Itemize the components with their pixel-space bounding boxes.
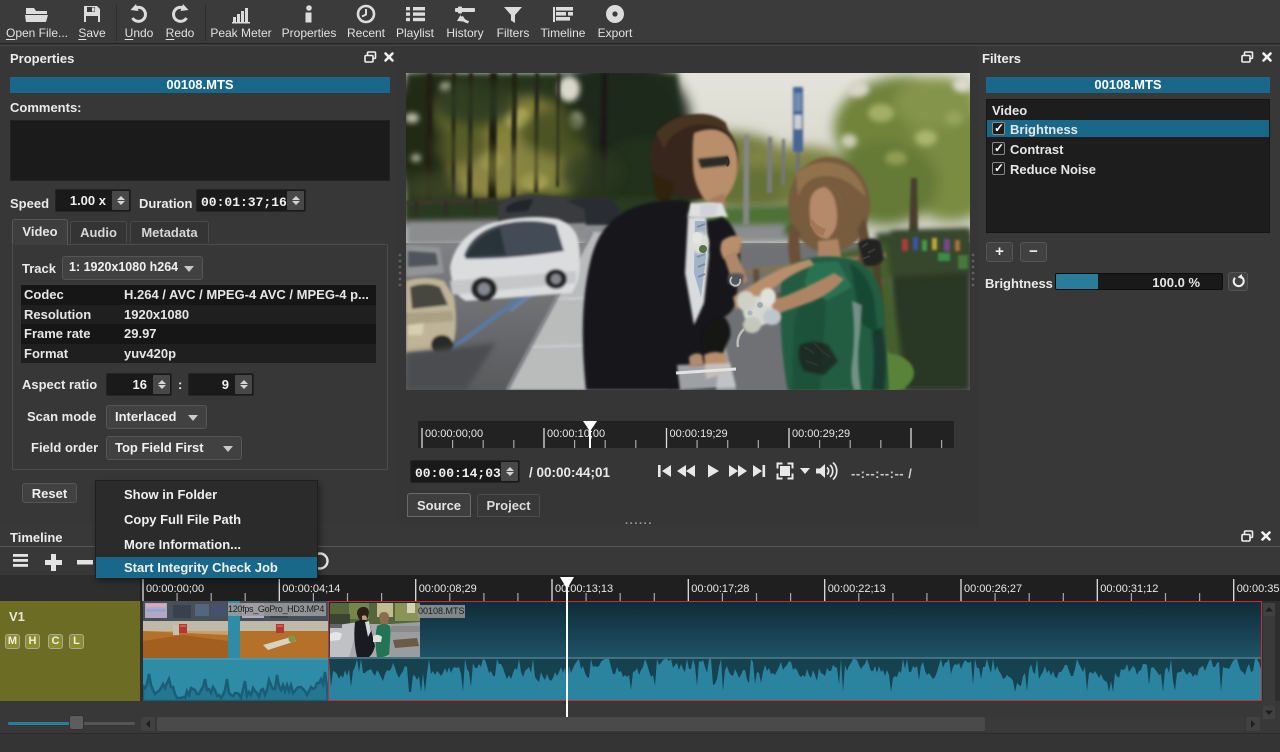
svg-text:00:00:29;29: 00:00:29;29 bbox=[792, 428, 850, 440]
svg-text:00:00:19;29: 00:00:19;29 bbox=[670, 428, 728, 440]
svg-text:00:00:00;00: 00:00:00;00 bbox=[425, 428, 483, 440]
svg-text:00:00:22;13: 00:00:22;13 bbox=[828, 583, 886, 595]
svg-text:00:00:17;28: 00:00:17;28 bbox=[691, 583, 749, 595]
svg-text:00:00:10;00: 00:00:10;00 bbox=[547, 428, 605, 440]
svg-text:00:00:04;14: 00:00:04;14 bbox=[282, 583, 340, 595]
svg-text:00:00:31;12: 00:00:31;12 bbox=[1100, 583, 1158, 595]
svg-text:00:00:26;27: 00:00:26;27 bbox=[964, 583, 1022, 595]
svg-text:00:00:35;27: 00:00:35;27 bbox=[1237, 583, 1280, 595]
svg-text:00:00:08;29: 00:00:08;29 bbox=[419, 583, 477, 595]
svg-text:00:00:00;00: 00:00:00;00 bbox=[146, 583, 204, 595]
